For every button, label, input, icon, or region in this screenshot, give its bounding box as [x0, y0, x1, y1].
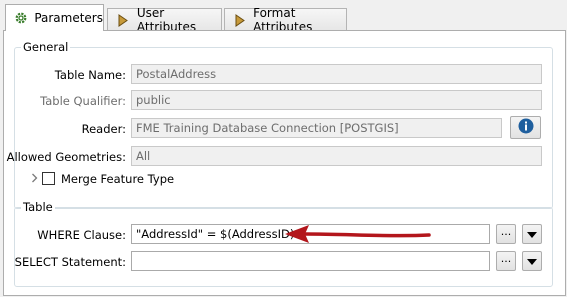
- ellipsis-label: ...: [500, 225, 512, 238]
- general-group-title: General: [21, 40, 71, 54]
- table-name-field[interactable]: PostalAddress: [131, 64, 542, 84]
- reader-label: Reader:: [81, 122, 126, 136]
- select-statement-label: SELECT Statement:: [14, 255, 126, 269]
- triangle-down-icon: [527, 254, 537, 268]
- allowed-geometries-label: Allowed Geometries:: [6, 150, 126, 164]
- table-group: Table: [14, 200, 553, 287]
- tab-bar: Parameters User Attributes Format Attrib…: [0, 0, 567, 34]
- merge-feature-type-checkbox[interactable]: [42, 172, 55, 185]
- merge-feature-type-label: Merge Feature Type: [61, 172, 175, 186]
- ellipsis-label: ...: [500, 252, 512, 265]
- where-clause-ellipsis-button[interactable]: ...: [496, 224, 516, 244]
- select-statement-ellipsis-button[interactable]: ...: [496, 251, 516, 271]
- reader-info-button[interactable]: [510, 116, 541, 139]
- tab-parameters[interactable]: Parameters: [5, 4, 104, 31]
- parameters-panel: General Table Name: PostalAddress Table …: [3, 30, 566, 296]
- info-icon: [518, 118, 534, 137]
- tab-user-attributes[interactable]: User Attributes: [107, 6, 222, 34]
- gear-icon: [14, 10, 28, 26]
- table-qualifier-field[interactable]: public: [131, 90, 542, 110]
- select-statement-dropdown-button[interactable]: [522, 251, 542, 271]
- where-clause-dropdown-button[interactable]: [522, 224, 542, 244]
- select-statement-field[interactable]: [131, 251, 490, 271]
- triangle-down-icon: [527, 227, 537, 241]
- attribute-arrow-icon: [116, 12, 131, 28]
- tab-format-attributes[interactable]: Format Attributes: [224, 6, 347, 34]
- table-name-label: Table Name:: [54, 68, 126, 82]
- allowed-geometries-field[interactable]: All: [131, 146, 542, 166]
- chevron-right-icon[interactable]: [29, 171, 39, 185]
- table-group-title: Table: [21, 200, 55, 214]
- reader-field[interactable]: FME Training Database Connection [POSTGI…: [131, 118, 502, 138]
- where-clause-label: WHERE Clause:: [37, 228, 126, 242]
- tab-label: Parameters: [34, 11, 103, 25]
- attribute-arrow-icon: [233, 12, 247, 28]
- table-qualifier-label: Table Qualifier:: [40, 94, 126, 108]
- annotation-arrow: [285, 225, 431, 243]
